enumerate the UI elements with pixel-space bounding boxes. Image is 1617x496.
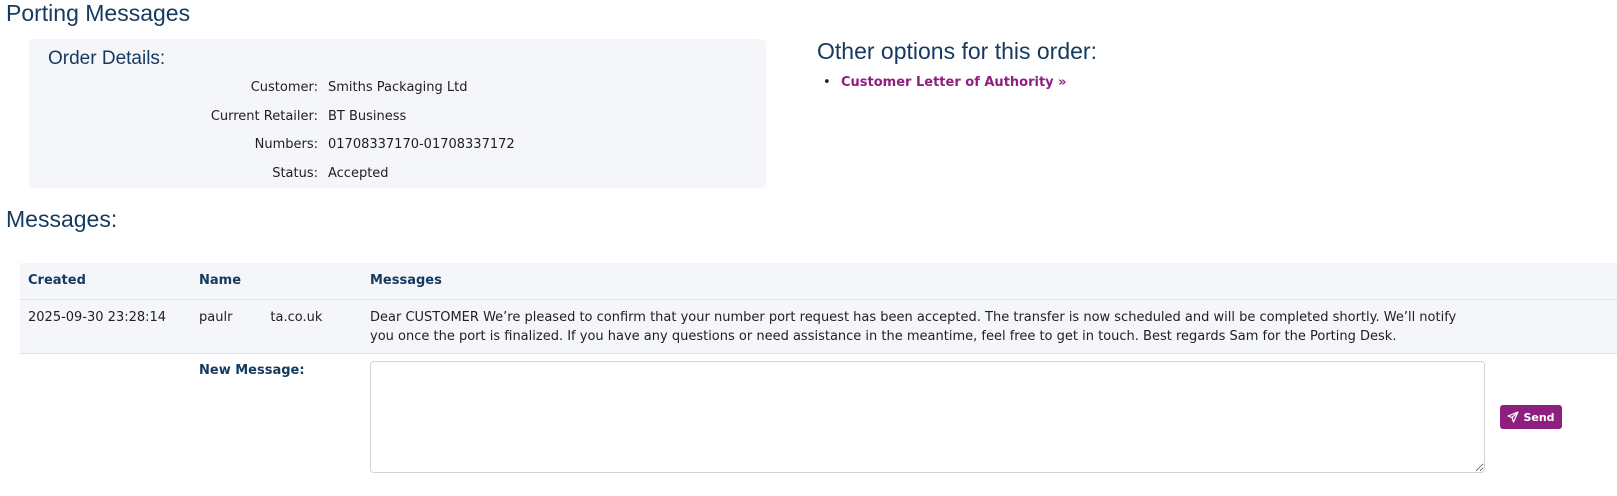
- detail-label: Current Retailer:: [210, 109, 318, 124]
- author-name-start: paulr: [199, 310, 233, 325]
- table-row: 2025-09-30 23:28:14 paulr ta.co.uk Dear C…: [20, 300, 1617, 354]
- other-options-heading: Other options for this order:: [817, 38, 1097, 64]
- detail-row-status: Status: Accepted: [29, 164, 766, 184]
- column-header-name: Name: [199, 273, 242, 288]
- new-message-input[interactable]: [370, 361, 1485, 473]
- message-created: 2025-09-30 23:28:14: [28, 310, 167, 325]
- paper-plane-icon: [1507, 411, 1520, 423]
- detail-row-current-retailer: Current Retailer: BT Business: [29, 107, 766, 127]
- detail-label: Status:: [272, 166, 318, 181]
- other-options-list: • Customer Letter of Authority »: [823, 73, 1067, 93]
- send-label: Send: [1523, 410, 1555, 424]
- list-item: • Customer Letter of Authority »: [823, 73, 1067, 93]
- detail-value: Smiths Packaging Ltd: [328, 80, 468, 95]
- table-header: Created Name Messages: [20, 263, 1617, 300]
- order-details-panel: Order Details: Customer: Smiths Packagin…: [29, 39, 766, 188]
- new-message-label: New Message:: [199, 363, 305, 378]
- status-value: Accepted: [328, 166, 389, 181]
- page-title: Porting Messages: [6, 0, 191, 26]
- message-author: paulr ta.co.uk: [199, 308, 322, 327]
- detail-label: Customer:: [250, 80, 318, 95]
- detail-value: 01708337170-01708337172: [328, 137, 515, 152]
- send-button[interactable]: Send: [1500, 405, 1562, 429]
- column-header-created: Created: [28, 273, 86, 288]
- detail-row-customer: Customer: Smiths Packaging Ltd: [29, 78, 766, 98]
- messages-heading: Messages:: [6, 206, 118, 232]
- detail-value: BT Business: [328, 109, 407, 124]
- messages-table: Created Name Messages 2025-09-30 23:28:1…: [20, 263, 1617, 354]
- customer-letter-of-authority-link[interactable]: Customer Letter of Authority »: [841, 75, 1067, 90]
- detail-row-numbers: Numbers: 01708337170-01708337172: [29, 135, 766, 155]
- bullet-icon: •: [823, 75, 831, 90]
- order-details-heading: Order Details:: [48, 48, 166, 69]
- column-header-messages: Messages: [370, 273, 442, 288]
- author-name-end: ta.co.uk: [270, 310, 323, 325]
- detail-label: Numbers:: [254, 137, 318, 152]
- message-body: Dear CUSTOMER We’re pleased to confirm t…: [370, 310, 1457, 344]
